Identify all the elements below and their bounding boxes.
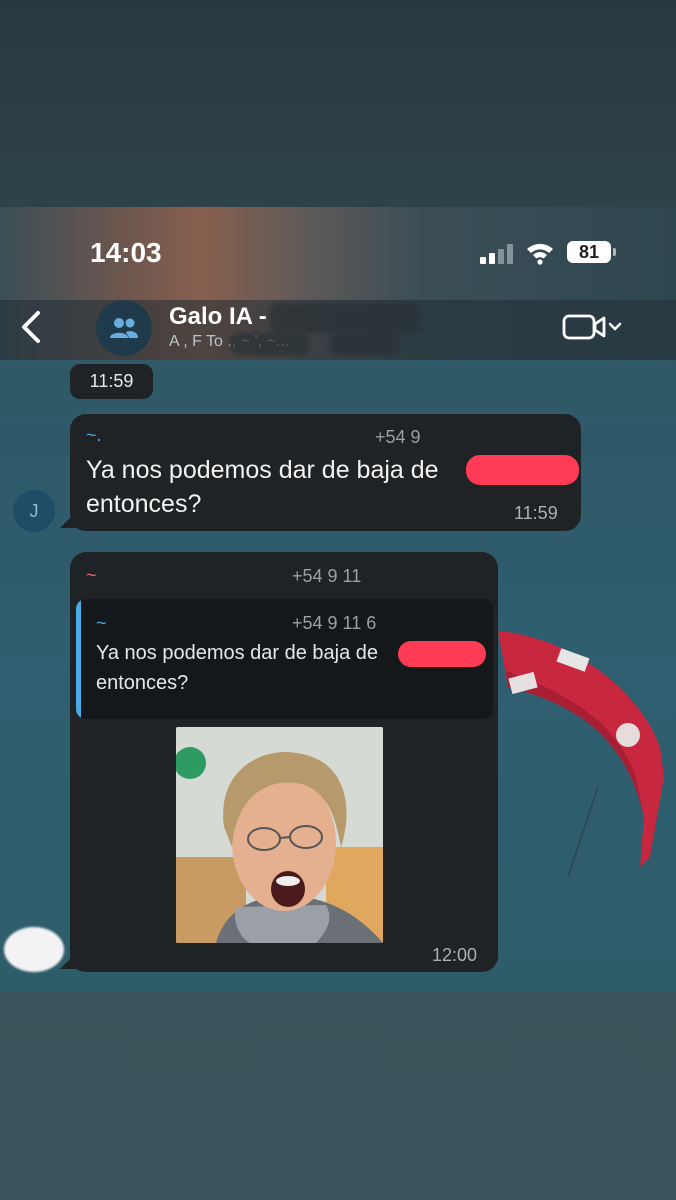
sender-avatar[interactable] <box>4 927 64 972</box>
reply-text-line2: entonces? <box>96 672 189 694</box>
sender-phone: +54 9 11 <box>292 566 362 586</box>
message-text-line2: entonces? <box>86 490 202 518</box>
group-icon <box>110 318 138 338</box>
wifi-icon <box>527 243 553 265</box>
sender-phone: +54 9 <box>375 427 421 447</box>
message-time: 12:00 <box>432 945 478 965</box>
redaction <box>330 333 400 355</box>
background-top <box>0 0 676 207</box>
message-time: 11:59 <box>514 503 558 523</box>
sender-avatar[interactable]: J <box>13 490 55 532</box>
bubble-tail <box>60 512 76 528</box>
quoted-reply[interactable]: ~ +54 9 11 6 Ya nos podemos dar de baja … <box>76 599 493 719</box>
back-chevron-icon[interactable] <box>16 307 46 347</box>
kite-background-image <box>498 631 664 877</box>
status-time: 14:03 <box>90 237 162 268</box>
date-separator: 11:59 <box>70 364 153 399</box>
redaction <box>230 333 310 355</box>
reply-accent-bar <box>76 599 81 719</box>
redaction <box>398 641 486 667</box>
battery-indicator: 81 <box>567 241 616 263</box>
signal-icon <box>480 242 516 264</box>
reply-phone: +54 9 11 6 <box>292 613 377 633</box>
photo-image <box>176 727 383 943</box>
chat-screen: 14:03 81 Galo IA - A , F To ., ~ ', ~...… <box>0 207 676 992</box>
background-bottom <box>0 992 676 1200</box>
message-sender[interactable]: ~ <box>86 565 97 586</box>
redaction <box>270 303 420 333</box>
photo-attachment[interactable] <box>176 727 383 943</box>
message-text-line1: Ya nos podemos dar de baja de <box>86 456 439 484</box>
message-sender[interactable]: ~. <box>86 425 102 446</box>
group-avatar[interactable] <box>96 300 152 356</box>
video-call-icon[interactable] <box>562 312 626 342</box>
chat-title[interactable]: Galo IA - <box>169 303 267 331</box>
reply-sender: ~ <box>96 613 107 633</box>
redaction <box>466 455 579 485</box>
reply-text-line1: Ya nos podemos dar de baja de <box>96 642 379 664</box>
